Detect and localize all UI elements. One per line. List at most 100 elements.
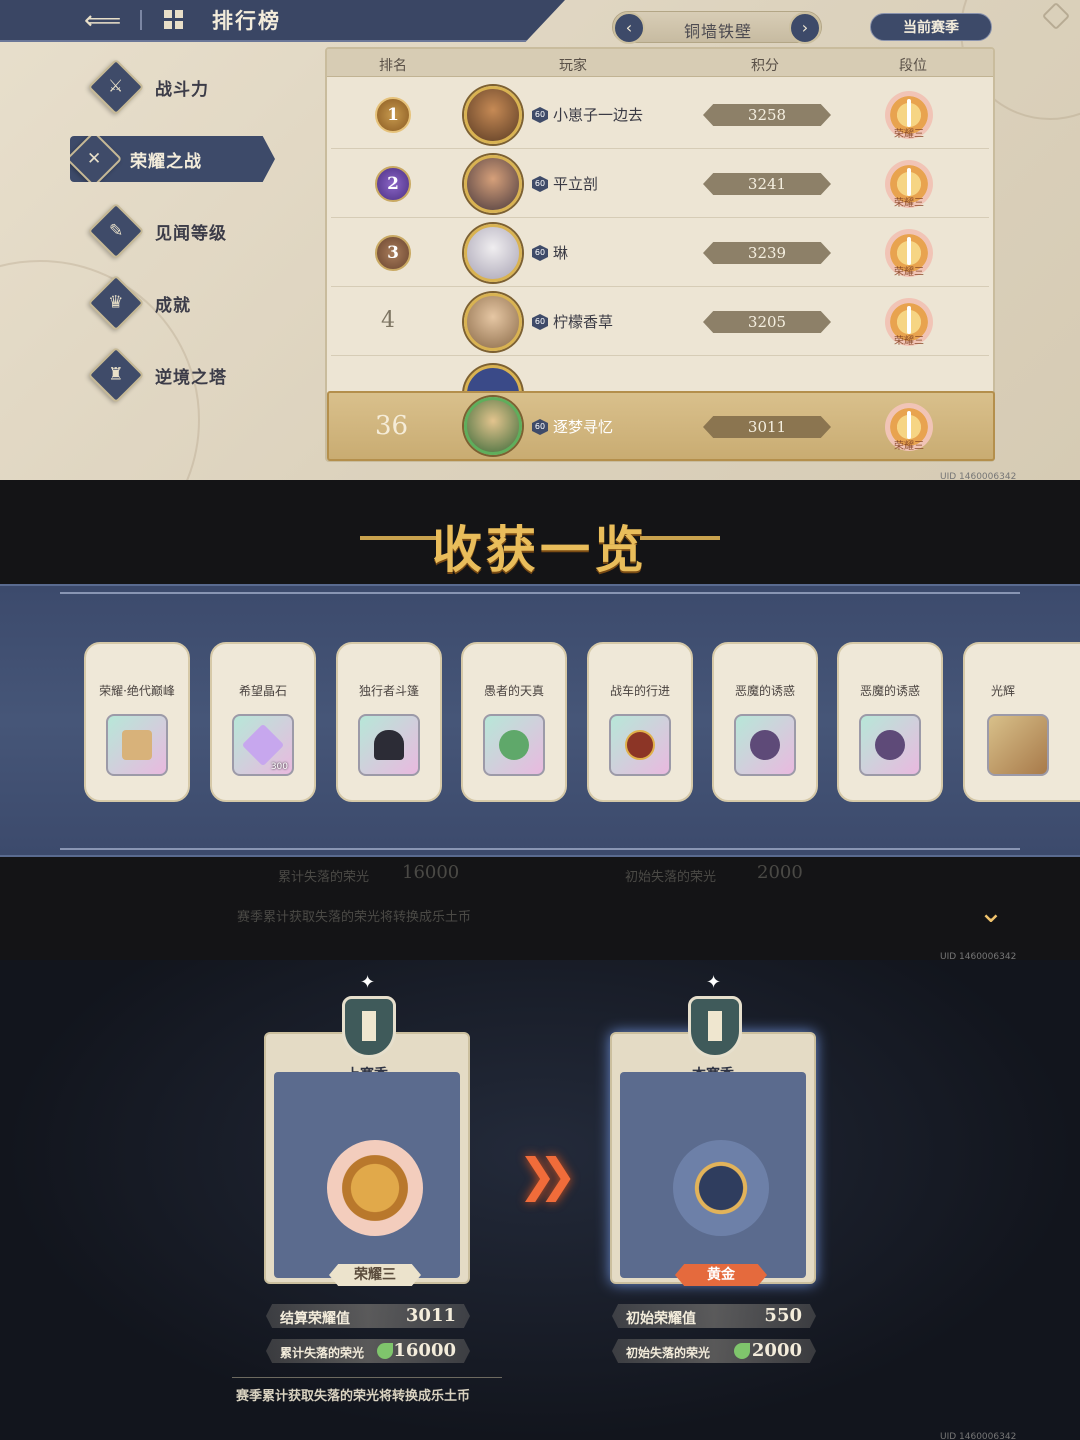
lost-glory-icon [734,1343,750,1359]
reward-name: 恶魔的诱惑 [859,684,920,698]
sidebar-item-label: 荣耀之战 [130,151,202,172]
sidebar-item-knowledge-level[interactable]: ✎ 见闻等级 [87,202,227,260]
leaderboard-panel: ⟸ 排行榜 铜墙铁壁 ‹ › 当前赛季 ⚔ 战斗力 ✕ 荣耀之战 ✎ 见闻等级 … [0,0,1080,480]
rank-number: 4 [381,308,395,333]
demon-emblem-icon [734,714,796,776]
current-season-card: ✦ 本赛季 黄金 [610,972,816,1286]
score-value: 3258 [703,104,831,126]
avatar[interactable] [464,224,522,282]
reward-band[interactable]: 荣耀·绝代巅峰 希望晶石 300 独行者斗篷 愚者的天真 战车的行进 恶魔的诱惑 [0,584,1080,857]
card-body: 荣耀三 [274,1072,460,1286]
tier-label: 荣耀三 [329,1264,421,1286]
scroll-icon [106,714,168,776]
gold-tier-emblem [673,1140,769,1236]
ghost-note: 赛季累计获取失落的荣光将转换成乐土币 [237,910,472,925]
my-rank-row[interactable]: 36 60 逐梦寻忆 3011 荣耀三 [327,391,995,461]
avatar[interactable] [464,397,522,455]
avatar[interactable] [464,86,522,144]
table-row[interactable]: 1 60 小崽子一边去 3258 荣耀三 [331,81,989,149]
green-emblem-icon [483,714,545,776]
stat-value: 16000 [393,1340,456,1361]
harvest-title: 收获一览 [432,520,648,579]
avatar[interactable] [464,155,522,213]
column-header-rank: 排名 [379,58,407,74]
reward-quantity: 300 [270,762,288,772]
table-row[interactable]: 4 60 柠檬香草 3205 荣耀三 [331,288,989,356]
table-row[interactable]: 2 60 平立剖 3241 荣耀三 [331,150,989,218]
reward-item[interactable]: 希望晶石 300 [210,642,316,802]
column-header-player: 玩家 [559,58,587,74]
scroll-icon: ✎ [87,202,145,260]
tier-label: 荣耀三 [894,336,924,347]
sidebar: ⚔ 战斗力 ✕ 荣耀之战 ✎ 见闻等级 ♛ 成就 ♜ 逆境之塔 [0,40,300,480]
crystal-star-icon: 300 [232,714,294,776]
level-badge: 60 [532,314,548,330]
harvest-overview: 收获一览 荣耀·绝代巅峰 希望晶石 300 独行者斗篷 愚者的天真 战车的行进 [0,480,1080,962]
rank-medal: 1 [375,97,411,133]
ghost-value: 2000 [757,862,803,883]
column-header-score: 积分 [751,58,779,74]
sidebar-item-label: 成就 [155,295,191,316]
reward-item-partial[interactable]: 光辉 [963,642,1080,802]
reward-item[interactable]: 恶魔的诱惑 [837,642,943,802]
season-comparison: ✦ 上赛季 荣耀三 ❯❯ ✦ 本赛季 黄金 结算荣耀值 3011 累计失落的荣光 [0,960,1080,1440]
chariot-emblem-icon [609,714,671,776]
reward-item[interactable]: 战车的行进 [587,642,693,802]
back-arrow-icon[interactable]: ⟸ [84,6,121,36]
crossed-blades-icon: ✕ [70,136,123,182]
sparkle-icon: ✦ [360,972,376,993]
divider [60,848,1020,850]
tier-emblem: 荣耀三 [881,87,937,143]
reward-item[interactable]: 独行者斗篷 [336,642,442,802]
player-name: 琳 [553,244,569,262]
sidebar-item-glory-battle[interactable]: ✕ 荣耀之战 [70,136,275,182]
reward-name: 战车的行进 [609,684,670,698]
stat-label: 初始荣耀值 [626,1311,696,1327]
tier-label: 荣耀三 [894,129,924,140]
stat-value: 2000 [751,1340,802,1361]
player-name: 平立剖 [553,175,599,193]
reward-item[interactable]: 愚者的天真 [461,642,567,802]
stat-label: 初始失落的荣光 [626,1346,711,1360]
sidebar-item-achievements[interactable]: ♛ 成就 [87,274,191,332]
chevron-down-icon[interactable]: ⌄ [970,895,1012,937]
reward-name: 光辉 [991,684,1016,698]
score-value: 3241 [703,173,831,195]
stat-row: 结算荣耀值 3011 [266,1304,470,1328]
tower-crest-icon [342,996,396,1058]
current-season-button[interactable]: 当前赛季 [870,13,992,41]
player-name: 柠檬香草 [553,313,614,331]
demon-emblem-icon [859,714,921,776]
reward-item[interactable]: 恶魔的诱惑 [712,642,818,802]
page-title: 排行榜 [212,8,281,33]
divider [60,592,1020,594]
tier-label: 黄金 [675,1264,767,1286]
ghost-label: 初始失落的荣光 [625,870,717,885]
level-badge: 60 [532,176,548,192]
last-season-card: ✦ 上赛季 荣耀三 [264,972,470,1286]
grid-menu-icon[interactable] [164,10,184,30]
player-name: 逐梦寻忆 [553,418,614,436]
level-badge: 60 [532,245,548,261]
sidebar-item-adversity-tower[interactable]: ♜ 逆境之塔 [87,346,227,404]
conversion-note: 赛季累计获取失落的荣光将转换成乐土币 [236,1389,471,1404]
rank-medal: 3 [375,235,411,271]
previous-season-button[interactable]: ‹ [613,12,645,44]
avatar[interactable] [464,293,522,351]
lost-glory-icon [377,1343,393,1359]
table-row[interactable]: 3 60 琳 3239 荣耀三 [331,219,989,287]
reward-name: 独行者斗篷 [358,684,419,698]
crossed-swords-icon: ⚔ [87,58,145,116]
background-stats-ghost: 累计失落的荣光 16000 初始失落的荣光 2000 赛季累计获取失落的荣光将转… [0,860,1080,925]
screen: ⟸ 排行榜 铜墙铁壁 ‹ › 当前赛季 ⚔ 战斗力 ✕ 荣耀之战 ✎ 见闻等级 … [0,0,1080,1440]
player-name: 小崽子一边去 [553,106,644,124]
reward-item[interactable]: 荣耀·绝代巅峰 [84,642,190,802]
tier-emblem: 荣耀三 [881,156,937,212]
stat-value: 550 [764,1305,802,1326]
reward-name: 荣耀·绝代巅峰 [99,684,175,698]
level-badge: 60 [532,419,548,435]
next-season-button[interactable]: › [789,12,821,44]
sidebar-item-combat-power[interactable]: ⚔ 战斗力 [87,58,209,116]
divider [140,10,142,30]
cloak-icon [358,714,420,776]
